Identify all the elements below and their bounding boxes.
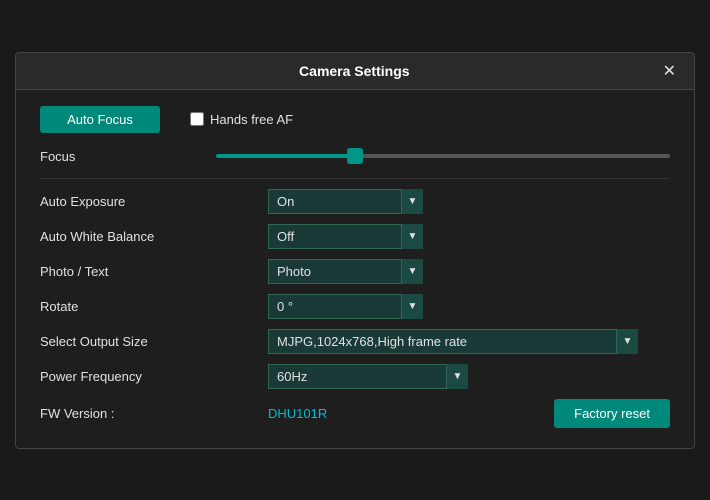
factory-reset-button[interactable]: Factory reset: [554, 399, 670, 428]
settings-dropdown[interactable]: 0 °90 °180 °270 °: [268, 294, 423, 319]
settings-row-label: Auto White Balance: [40, 229, 260, 244]
settings-rows: Auto Exposure OnOff▼ Auto White Balance OnO…: [40, 189, 670, 389]
settings-row-label: Power Frequency: [40, 369, 260, 384]
settings-row: Power Frequency 60Hz50Hz▼: [40, 364, 670, 389]
settings-row-label: Rotate: [40, 299, 260, 314]
hands-free-text: Hands free AF: [210, 112, 293, 127]
dialog-content: Auto Focus Hands free AF Focus Auto Expo…: [16, 90, 694, 448]
dropdown-wrapper: 60Hz50Hz▼: [268, 364, 468, 389]
settings-dropdown[interactable]: 60Hz50Hz: [268, 364, 468, 389]
settings-row-label: Select Output Size: [40, 334, 260, 349]
settings-dropdown[interactable]: OnOff: [268, 189, 423, 214]
fw-value: DHU101R: [268, 406, 546, 421]
divider-1: [40, 178, 670, 179]
fw-label: FW Version :: [40, 406, 260, 421]
auto-focus-button[interactable]: Auto Focus: [40, 106, 160, 133]
settings-row: Auto White Balance OnOff▼: [40, 224, 670, 249]
focus-label: Focus: [40, 149, 200, 164]
hands-free-label[interactable]: Hands free AF: [190, 112, 293, 127]
close-button[interactable]: ✕: [659, 61, 680, 81]
settings-row-label: Photo / Text: [40, 264, 260, 279]
settings-row-label: Auto Exposure: [40, 194, 260, 209]
hands-free-checkbox[interactable]: [190, 112, 204, 126]
settings-row: Select Output Size MJPG,1024x768,High fra…: [40, 329, 670, 354]
dropdown-wrapper: OnOff▼: [268, 189, 423, 214]
settings-dropdown[interactable]: MJPG,1024x768,High frame rateMJPG,640x48…: [268, 329, 638, 354]
focus-row: Focus: [40, 149, 670, 164]
dropdown-wrapper: OnOff▼: [268, 224, 423, 249]
settings-dropdown[interactable]: PhotoText: [268, 259, 423, 284]
camera-settings-dialog: Camera Settings ✕ Auto Focus Hands free …: [15, 52, 695, 449]
focus-slider[interactable]: [216, 154, 670, 158]
title-bar: Camera Settings ✕: [16, 53, 694, 90]
top-row: Auto Focus Hands free AF: [40, 106, 670, 133]
fw-row: FW Version : DHU101R Factory reset: [40, 399, 670, 428]
settings-row: Photo / Text PhotoText▼: [40, 259, 670, 284]
settings-dropdown[interactable]: OnOff: [268, 224, 423, 249]
dialog-title: Camera Settings: [50, 63, 659, 79]
dropdown-wrapper: 0 °90 °180 °270 °▼: [268, 294, 423, 319]
settings-row: Rotate 0 °90 °180 °270 °▼: [40, 294, 670, 319]
dropdown-wrapper: PhotoText▼: [268, 259, 423, 284]
dropdown-wrapper: MJPG,1024x768,High frame rateMJPG,640x48…: [268, 329, 638, 354]
settings-row: Auto Exposure OnOff▼: [40, 189, 670, 214]
